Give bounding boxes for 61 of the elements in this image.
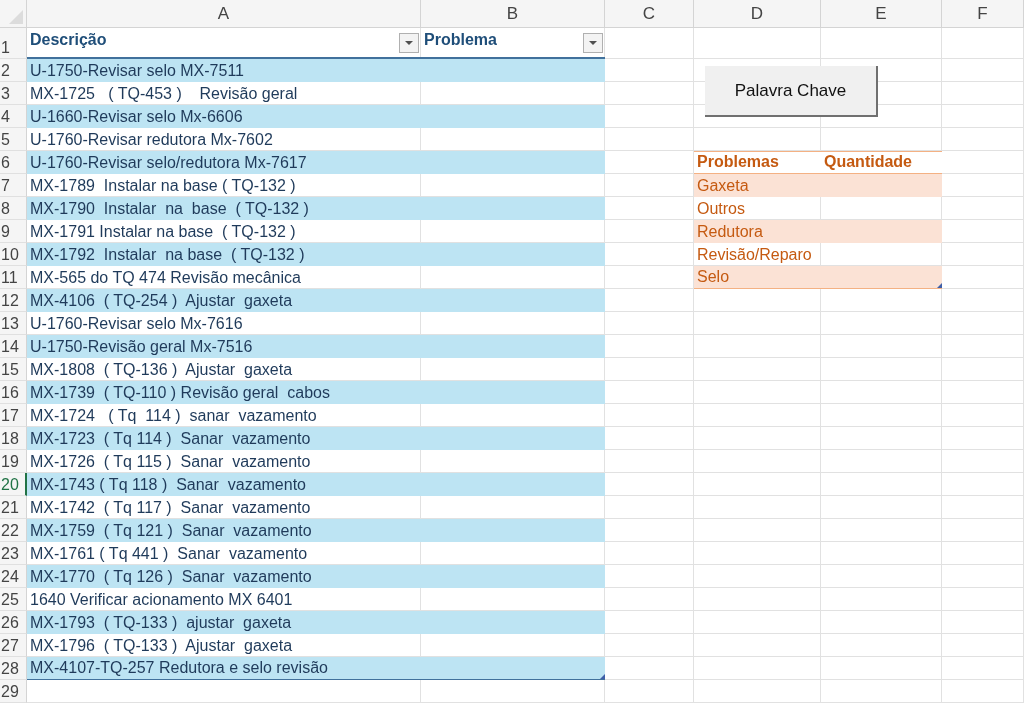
table-cell: MX-4106 ( TQ-254 ) Ajustar gaxeta xyxy=(27,289,421,312)
row-number[interactable]: 15 xyxy=(0,358,27,381)
filter-dropdown-icon[interactable] xyxy=(583,33,603,53)
row-number[interactable]: 27 xyxy=(0,634,27,657)
row-number[interactable]: 18 xyxy=(0,427,27,450)
row-number[interactable]: 14 xyxy=(0,335,27,358)
column-header[interactable]: C xyxy=(605,0,694,27)
row-number[interactable]: 26 xyxy=(0,611,27,634)
table-cell: U-1750-Revisão geral Mx-7516 xyxy=(27,335,421,358)
row-number[interactable]: 5 xyxy=(0,128,27,151)
table-cell: MX-1790 Instalar na base ( TQ-132 ) xyxy=(27,197,421,220)
row-number[interactable]: 17 xyxy=(0,404,27,427)
row-number[interactable]: 3 xyxy=(0,82,27,105)
row-number[interactable]: 4 xyxy=(0,105,27,128)
table-cell: MX-4107-TQ-257 Redutora e selo revisão xyxy=(27,657,421,680)
table-cell: Selo xyxy=(694,266,821,289)
filter-dropdown-icon[interactable] xyxy=(399,33,419,53)
row-number[interactable]: 23 xyxy=(0,542,27,565)
table-cell-text: Revisão/Reparo xyxy=(696,245,813,265)
table-cell: MX-1792 Instalar na base ( TQ-132 ) xyxy=(27,243,421,266)
row-number[interactable]: 10 xyxy=(0,243,27,266)
row-number[interactable]: 1 xyxy=(0,28,27,59)
column-heading: Quantidade xyxy=(821,151,942,174)
column-header[interactable]: D xyxy=(694,0,821,27)
row-number[interactable]: 6 xyxy=(0,151,27,174)
row-number[interactable]: 25 xyxy=(0,588,27,611)
table-cell: Redutora xyxy=(694,220,821,243)
column-header[interactable]: E xyxy=(821,0,942,27)
row-number[interactable]: 22 xyxy=(0,519,27,542)
column-heading: Problemas xyxy=(694,151,821,174)
table-cell: MX-1770 ( Tq 126 ) Sanar vazamento xyxy=(27,565,421,588)
column-header[interactable]: F xyxy=(942,0,1024,27)
row-number[interactable]: 2 xyxy=(0,59,27,82)
table-cell: U-1750-Revisar selo MX-7511 xyxy=(27,59,421,82)
row-number[interactable]: 13 xyxy=(0,312,27,335)
column-header[interactable]: B xyxy=(421,0,605,27)
row-number[interactable]: 11 xyxy=(0,266,27,289)
row-number[interactable]: 7 xyxy=(0,174,27,197)
row-number[interactable]: 16 xyxy=(0,381,27,404)
row-number[interactable]: 28 xyxy=(0,657,27,680)
resize-handle-icon[interactable] xyxy=(937,283,942,288)
row-number[interactable]: 29 xyxy=(0,680,27,703)
table-cell: MX-1739 ( TQ-110 ) Revisão geral cabos xyxy=(27,381,421,404)
resize-handle-icon[interactable] xyxy=(600,674,605,679)
table-cell: U-1760-Revisar selo/redutora Mx-7617 xyxy=(27,151,421,174)
table-cell: MX-1759 ( Tq 121 ) Sanar vazamento xyxy=(27,519,421,542)
table-cell: U-1660-Revisar selo Mx-6606 xyxy=(27,105,421,128)
row-number[interactable]: 21 xyxy=(0,496,27,519)
table-cell: MX-1723 ( Tq 114 ) Sanar vazamento xyxy=(27,427,421,450)
column-header[interactable]: A xyxy=(27,0,421,27)
row-number[interactable]: 20 xyxy=(0,473,27,496)
table-cell: Gaxeta xyxy=(694,174,821,197)
table-cell: MX-1743 ( Tq 118 ) Sanar vazamento xyxy=(27,473,421,496)
row-number[interactable]: 24 xyxy=(0,565,27,588)
table-cell: MX-1793 ( TQ-133 ) ajustar gaxeta xyxy=(27,611,421,634)
row-number[interactable]: 19 xyxy=(0,450,27,473)
table-cell-text: Outros xyxy=(696,199,746,219)
row-number[interactable]: 12 xyxy=(0,289,27,312)
row-number[interactable]: 8 xyxy=(0,197,27,220)
keyword-button[interactable]: Palavra Chave xyxy=(705,66,878,117)
row-number[interactable]: 9 xyxy=(0,220,27,243)
